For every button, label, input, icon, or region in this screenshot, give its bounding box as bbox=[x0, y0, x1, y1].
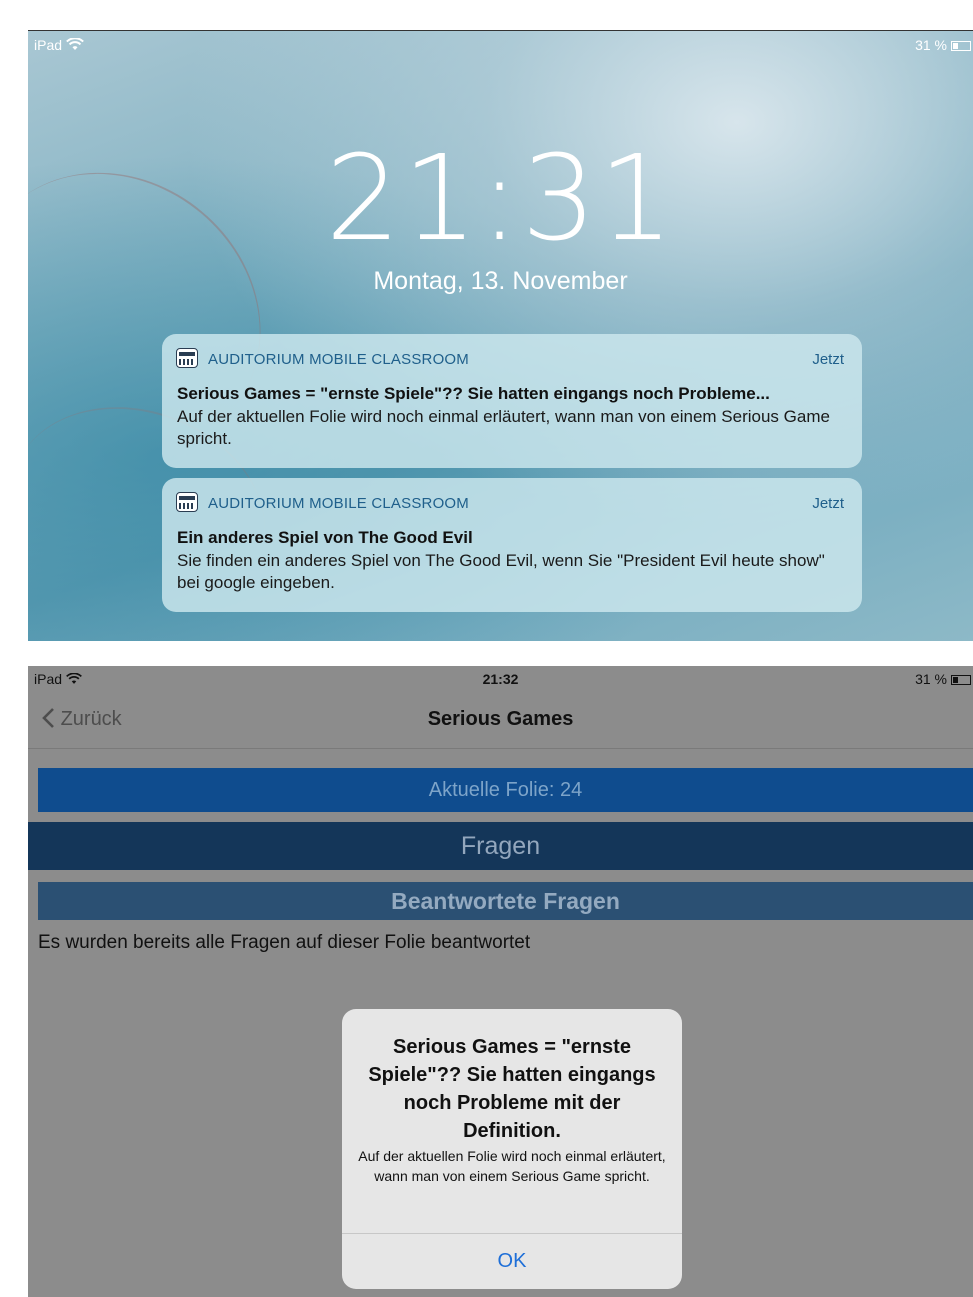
app-status-time: 21:32 bbox=[482, 671, 519, 687]
app-icon bbox=[176, 492, 198, 512]
notification-app-name: AUDITORIUM MOBILE CLASSROOM bbox=[208, 495, 469, 512]
battery-icon bbox=[951, 41, 971, 52]
wifi-icon bbox=[66, 37, 84, 53]
notification-card[interactable]: AUDITORIUM MOBILE CLASSROOM Jetzt Ein an… bbox=[162, 478, 862, 612]
notification-body: Auf der aktuellen Folie wird noch einmal… bbox=[177, 407, 830, 448]
notification-title: Ein anderes Spiel von The Good Evil bbox=[177, 528, 473, 547]
notification-app-name: AUDITORIUM MOBILE CLASSROOM bbox=[208, 351, 469, 368]
app-icon bbox=[176, 348, 198, 368]
lock-screen: iPad 31 % 21:31 Montag, 13. November AUD… bbox=[28, 30, 973, 641]
nav-divider bbox=[28, 748, 973, 749]
alert-message: Auf der aktuellen Folie wird noch einmal… bbox=[358, 1148, 666, 1184]
page-title: Serious Games bbox=[427, 708, 574, 730]
app-status-battery: 31 % bbox=[915, 671, 971, 687]
current-slide-bar: Aktuelle Folie: 24 bbox=[38, 768, 973, 812]
notification-body: Sie finden ein anderes Spiel von The Goo… bbox=[177, 551, 825, 592]
questions-header: Fragen bbox=[28, 822, 973, 870]
ok-button[interactable]: OK bbox=[342, 1234, 682, 1289]
alert-title: Serious Games = "ernste Spiele"?? Sie ha… bbox=[368, 1036, 656, 1142]
alert-dialog: Serious Games = "ernste Spiele"?? Sie ha… bbox=[342, 1009, 682, 1289]
notification-title: Serious Games = "ernste Spiele"?? Sie ha… bbox=[177, 384, 770, 403]
notification-time: Jetzt bbox=[812, 351, 844, 368]
notification-card[interactable]: AUDITORIUM MOBILE CLASSROOM Jetzt Seriou… bbox=[162, 334, 862, 468]
lock-status-battery: 31 % bbox=[915, 37, 971, 53]
lock-status-device: iPad bbox=[34, 37, 84, 53]
lock-clock: 21:31 bbox=[325, 129, 676, 267]
answered-message: Es wurden bereits alle Fragen auf dieser… bbox=[38, 932, 531, 953]
battery-icon bbox=[951, 675, 971, 686]
lock-date: Montag, 13. November bbox=[373, 267, 628, 295]
app-screen: iPad 21:32 31 % Zurück Serious Games Akt… bbox=[28, 666, 973, 1297]
answered-questions-header[interactable]: Beantwortete Fragen bbox=[38, 882, 973, 920]
notification-time: Jetzt bbox=[812, 495, 844, 512]
